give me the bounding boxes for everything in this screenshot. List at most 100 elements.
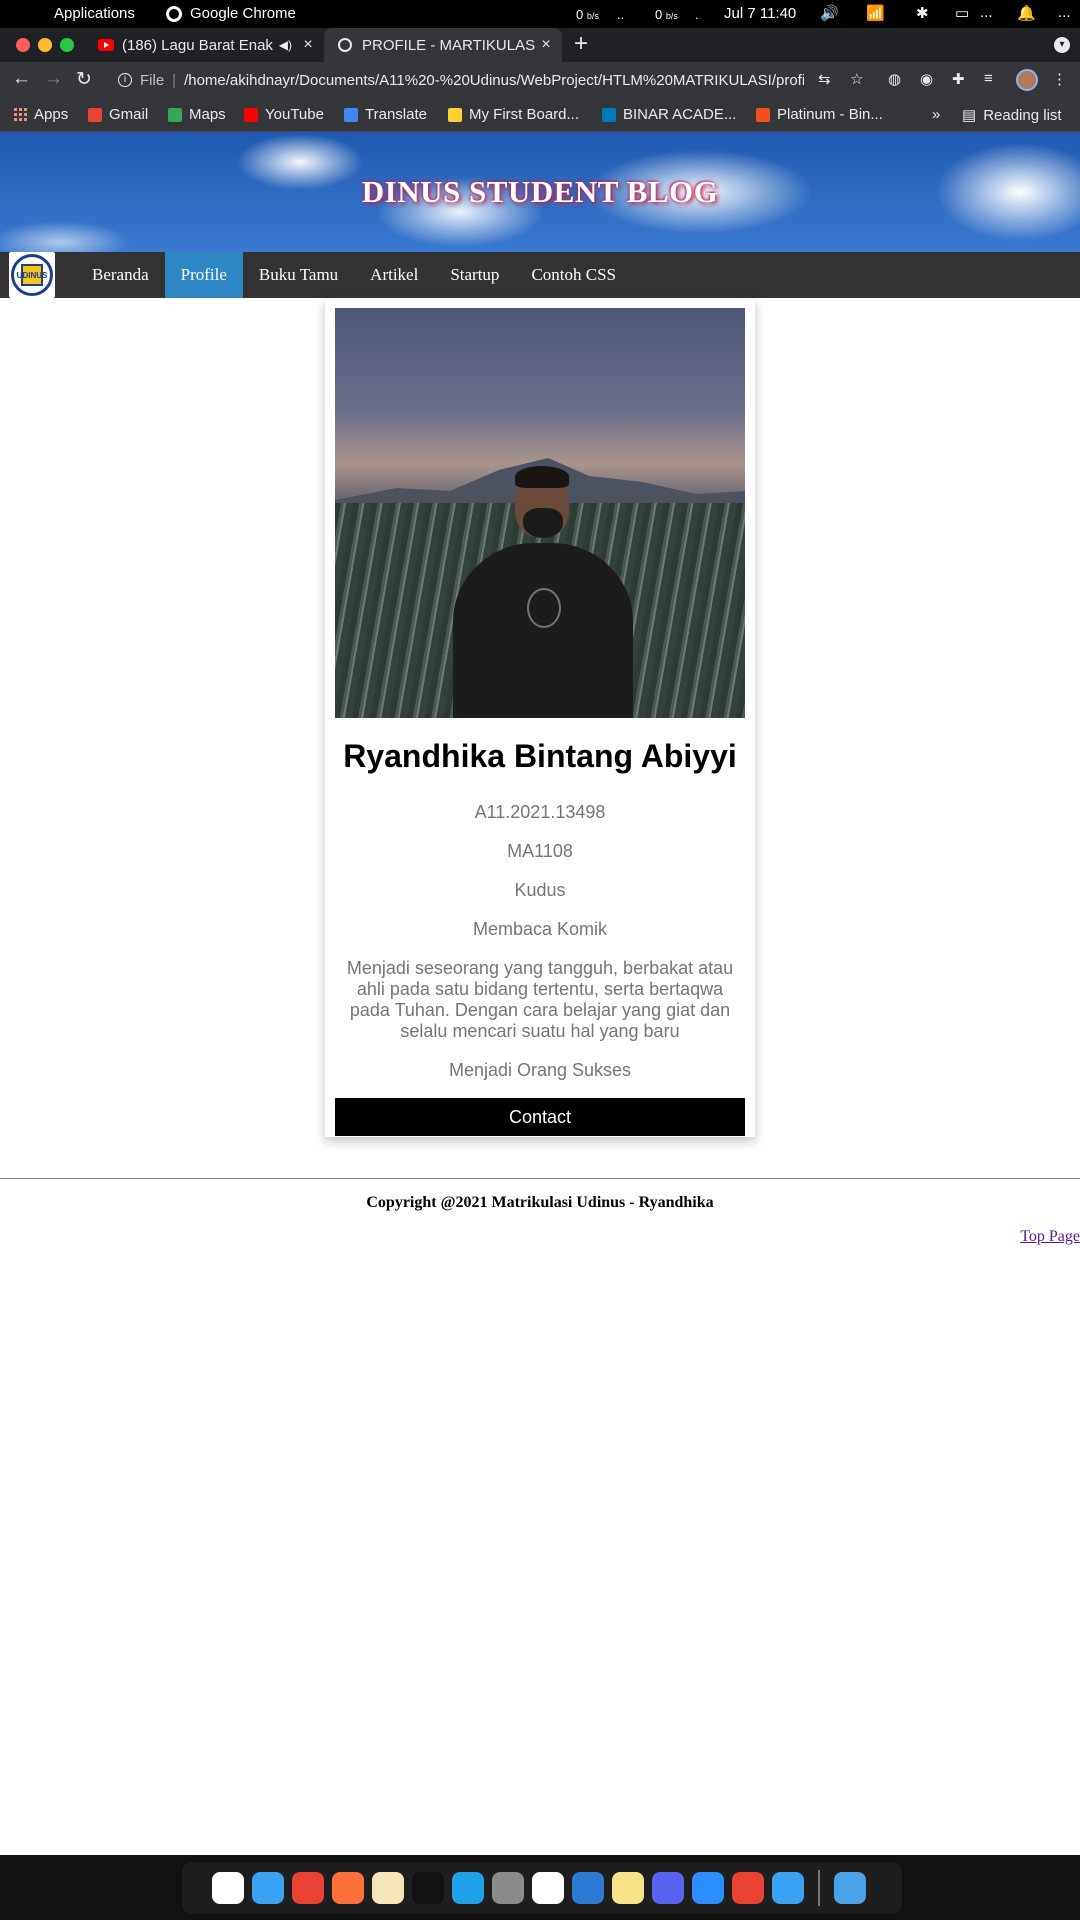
volume-icon[interactable]: 🔊 xyxy=(820,4,839,22)
udinus-logo[interactable]: UDINUS xyxy=(9,252,55,298)
bookmark-miro[interactable]: My First Board... xyxy=(448,106,579,123)
reading-list[interactable]: ▤ Reading list xyxy=(962,106,1062,125)
url-text[interactable]: /home/akihdnayr/Documents/A11%20-%20Udin… xyxy=(184,72,804,89)
profile-avatar[interactable] xyxy=(1016,69,1038,91)
tab-profile[interactable]: PROFILE - MARTIKULASI U × xyxy=(324,28,562,62)
word-icon[interactable] xyxy=(532,1872,564,1904)
info-icon[interactable]: i xyxy=(118,73,132,87)
discord-icon[interactable] xyxy=(652,1872,684,1904)
tab-strip: (186) Lagu Barat Enak ◀) × PROFILE - MAR… xyxy=(0,28,1080,62)
finder-icon[interactable] xyxy=(252,1872,284,1904)
tab-title: (186) Lagu Barat Enak xyxy=(122,36,273,54)
globe-icon xyxy=(338,38,352,52)
nav-beranda[interactable]: Beranda xyxy=(76,252,165,298)
extension-globe-icon[interactable]: ◍ xyxy=(888,70,901,88)
nav-profile[interactable]: Profile xyxy=(164,252,243,298)
nav-menu: Beranda Profile Buku Tamu Artikel Startu… xyxy=(76,252,632,298)
tab-youtube[interactable]: (186) Lagu Barat Enak ◀) × xyxy=(84,28,324,62)
logo-text: UDINUS xyxy=(17,264,47,286)
chrome-menu-icon[interactable]: ⋮ xyxy=(1052,70,1067,88)
maps-icon xyxy=(168,107,182,122)
tab-search-icon[interactable]: ▾ xyxy=(1054,37,1070,53)
nav-startup[interactable]: Startup xyxy=(434,252,515,298)
active-app-label: Google Chrome xyxy=(190,5,296,22)
bookmarks-overflow[interactable]: » xyxy=(932,106,940,123)
bookmark-gmail[interactable]: Gmail xyxy=(88,106,148,123)
wifi-icon[interactable]: 📶 xyxy=(866,4,885,22)
terminal-icon[interactable] xyxy=(412,1872,444,1904)
close-icon[interactable]: × xyxy=(536,36,556,54)
bookmark-maps[interactable]: Maps xyxy=(168,106,226,123)
dock xyxy=(182,1862,902,1914)
bookmark-apps[interactable]: Apps xyxy=(14,106,68,123)
quicktime-icon[interactable] xyxy=(452,1872,484,1904)
menu-more[interactable]: ... xyxy=(1058,4,1071,21)
active-app-menu[interactable]: Google Chrome xyxy=(166,5,296,22)
bookmark-label: Translate xyxy=(365,106,427,123)
battery-more: ... xyxy=(980,4,993,21)
miro-icon xyxy=(448,107,462,122)
bookmark-translate[interactable]: Translate xyxy=(344,106,427,123)
audio-playing-icon[interactable]: ◀) xyxy=(279,38,292,52)
profile-motto: Menjadi seseorang yang tangguh, berbakat… xyxy=(346,958,734,1041)
vscode-icon[interactable] xyxy=(572,1872,604,1904)
zoom-icon[interactable] xyxy=(692,1872,724,1904)
bookmark-youtube[interactable]: YouTube xyxy=(244,106,324,123)
close-window-button[interactable] xyxy=(16,38,30,52)
youtube-icon xyxy=(244,107,258,122)
net-down-readout: 0 b/s xyxy=(576,7,599,22)
contact-button[interactable]: Contact xyxy=(335,1098,745,1136)
folder-icon[interactable] xyxy=(834,1872,866,1904)
nav-buku-tamu[interactable]: Buku Tamu xyxy=(243,252,354,298)
profile-hobby: Membaca Komik xyxy=(472,919,608,939)
reading-list-label: Reading list xyxy=(983,106,1062,124)
nav-contoh-css[interactable]: Contoh CSS xyxy=(515,252,632,298)
clock[interactable]: Jul 7 11:40 xyxy=(724,5,796,22)
translate-icon xyxy=(344,107,358,122)
chrome-apps-icon[interactable] xyxy=(732,1872,764,1904)
bluetooth-icon[interactable]: ✱ xyxy=(916,4,929,22)
url-separator: | xyxy=(172,71,177,89)
close-icon[interactable]: × xyxy=(298,36,318,54)
bookmark-label: YouTube xyxy=(265,106,324,123)
minimize-window-button[interactable] xyxy=(38,38,52,52)
notification-icon[interactable]: 🔔 xyxy=(1017,4,1036,22)
profile-class: MA1108 xyxy=(507,841,573,861)
launchpad-icon[interactable] xyxy=(212,1872,244,1904)
extensions-puzzle-icon[interactable]: ✚ xyxy=(952,70,965,88)
applications-menu[interactable]: Applications xyxy=(54,5,135,22)
new-tab-button[interactable]: + xyxy=(574,30,588,58)
bookmark-label: BINAR ACADE... xyxy=(623,106,737,123)
bookmark-label: Gmail xyxy=(109,106,149,123)
figma-icon xyxy=(756,107,770,122)
translate-page-icon[interactable]: ⇆ xyxy=(818,70,831,88)
bookmark-label: Apps xyxy=(34,106,69,123)
forward-arrow-icon[interactable]: → xyxy=(44,68,63,90)
chrome-icon[interactable] xyxy=(292,1872,324,1904)
media-control-icon[interactable]: ≡ xyxy=(984,70,993,87)
nav-artikel[interactable]: Artikel xyxy=(354,252,434,298)
firefox-icon[interactable] xyxy=(332,1872,364,1904)
bookmark-star-icon[interactable]: ☆ xyxy=(850,70,863,88)
profile-card: Ryandhika Bintang Abiyyi A11.2021.13498 … xyxy=(325,300,755,1137)
site-navbar: UDINUS Beranda Profile Buku Tamu Artikel… xyxy=(0,252,1080,298)
top-page-link[interactable]: Top Page xyxy=(1020,1228,1080,1246)
battery-icon[interactable]: ▭ xyxy=(955,4,969,22)
back-arrow-icon[interactable]: ← xyxy=(12,68,31,90)
dock-divider xyxy=(818,1870,820,1906)
reload-icon[interactable]: ↻ xyxy=(76,68,92,91)
profile-name: Ryandhika Bintang Abiyyi xyxy=(343,738,737,774)
address-bar[interactable]: i File | /home/akihdnayr/Documents/A11%2… xyxy=(110,65,860,95)
net-down-sep: .. xyxy=(617,7,625,22)
settings-icon[interactable] xyxy=(492,1872,524,1904)
notes-icon[interactable] xyxy=(372,1872,404,1904)
finder2-icon[interactable] xyxy=(772,1872,804,1904)
bookmark-binar[interactable]: BINAR ACADE... xyxy=(602,106,736,123)
trello-icon xyxy=(602,107,616,122)
stickies-icon[interactable] xyxy=(612,1872,644,1904)
maximize-window-button[interactable] xyxy=(60,38,74,52)
bookmark-platinum[interactable]: Platinum - Bin... xyxy=(756,106,883,123)
camera-icon[interactable]: ◉ xyxy=(920,70,933,88)
bookmark-label: Platinum - Bin... xyxy=(777,106,883,123)
bookmark-label: My First Board... xyxy=(469,106,580,123)
